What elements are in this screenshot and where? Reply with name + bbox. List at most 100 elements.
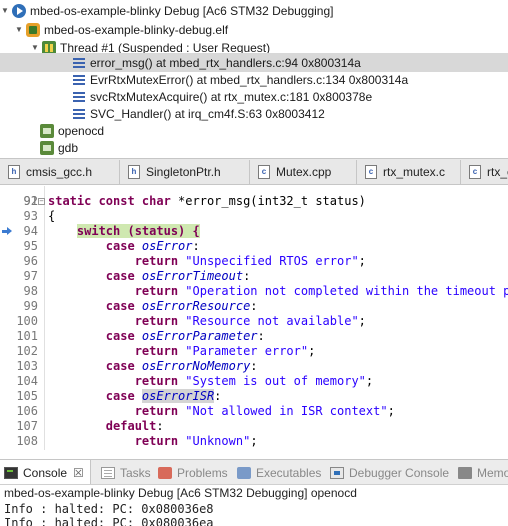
line-number: 92	[23, 194, 38, 208]
line-number: 96	[23, 254, 38, 268]
code-token: :	[250, 299, 258, 313]
line-number: 105	[16, 389, 38, 403]
thread-expand-toggle[interactable]: ▼	[30, 43, 40, 53]
code-line: 98 return "Operation not completed withi…	[0, 284, 508, 299]
code-text: static const char *error_msg(int32_t sta…	[48, 194, 366, 209]
tab-debugger-console[interactable]: Debugger Console	[330, 460, 450, 484]
code-token: "Unknown"	[185, 434, 251, 448]
stack-frame-label: error_msg() at mbed_rtx_handlers.c:94 0x…	[90, 55, 361, 70]
tab-rtx-co[interactable]: c rtx_co	[461, 160, 508, 184]
line-number: 104	[16, 374, 38, 388]
tasks-icon	[101, 466, 115, 479]
code-text: return "Operation not completed within t…	[48, 284, 508, 299]
code-line: 96 return "Unspecified RTOS error";	[0, 254, 508, 269]
tab-label: Debugger Console	[349, 465, 450, 480]
code-line: 94 switch (status) {	[0, 224, 508, 239]
stack-frame-label: EvrRtxMutexError() at mbed_rtx_handlers.…	[90, 72, 409, 87]
code-token: :	[192, 239, 200, 253]
code-line: 101 case osErrorParameter:	[0, 329, 508, 344]
process-icon	[40, 140, 54, 155]
line-number: 103	[16, 359, 38, 373]
code-text: case osErrorResource:	[48, 299, 258, 314]
elf-label: mbed-os-example-blinky-debug.elf	[44, 22, 229, 37]
code-text: case osErrorISR:	[48, 389, 221, 404]
code-token: :	[250, 359, 258, 373]
code-token: "Operation not completed within the time…	[185, 284, 508, 298]
stack-frame-label: svcRtxMutexAcquire() at rtx_mutex.c:181 …	[90, 89, 373, 104]
fold-toggle-icon[interactable]: −	[38, 198, 45, 205]
line-number: 101	[16, 329, 38, 343]
code-token: ;	[358, 314, 366, 328]
code-line: 99 case osErrorResource:	[0, 299, 508, 314]
tab-label: Executables	[256, 465, 322, 480]
code-text: case osError:	[48, 239, 200, 254]
tab-label: rtx_mutex.c	[383, 165, 446, 179]
code-token: case	[105, 359, 142, 373]
source-file-icon: c	[258, 165, 270, 179]
code-text: switch (status) {	[48, 224, 200, 239]
code-token: :	[243, 269, 251, 283]
tab-rtx-mutex-c[interactable]: c rtx_mutex.c	[357, 160, 461, 184]
code-text: return "Unspecified RTOS error";	[48, 254, 366, 269]
tab-tasks[interactable]: Tasks	[101, 460, 151, 484]
console-output-line: Info : halted: PC: 0x080036ea	[4, 516, 214, 526]
tab-singletonptr-h[interactable]: h SingletonPtr.h	[120, 160, 250, 184]
code-text: return "Not allowed in ISR context";	[48, 404, 395, 419]
code-line: 100 return "Resource not available";	[0, 314, 508, 329]
code-line: 103 case osErrorNoMemory:	[0, 359, 508, 374]
line-number: 93	[23, 209, 38, 223]
tab-label: Memo	[477, 465, 508, 480]
memory-icon	[458, 466, 472, 479]
code-token: "Parameter error"	[185, 344, 309, 358]
tree-launch-row[interactable]: ▼ mbed-os-example-blinky Debug [Ac6 STM3…	[0, 1, 508, 20]
tree-process-row[interactable]: openocd	[0, 121, 508, 140]
tree-process-row[interactable]: gdb	[0, 139, 508, 156]
code-token: {	[48, 209, 56, 223]
code-line: 108 return "Unknown";	[0, 434, 508, 449]
debug-view-tree: ▼ mbed-os-example-blinky Debug [Ac6 STM3…	[0, 0, 508, 156]
tab-label: cmsis_gcc.h	[26, 165, 93, 179]
elf-expand-toggle[interactable]: ▼	[14, 25, 24, 35]
close-icon[interactable]: ☒	[73, 466, 84, 480]
code-token: "System is out of memory"	[185, 374, 366, 388]
code-token: osErrorParameter	[141, 329, 258, 343]
code-token: case	[105, 239, 142, 253]
tree-elf-row[interactable]: ▼ mbed-os-example-blinky-debug.elf	[0, 20, 508, 39]
line-number: 97	[23, 269, 38, 283]
tab-console[interactable]: Console ☒	[0, 460, 91, 484]
tab-memory[interactable]: Memo	[458, 460, 508, 484]
code-text: case osErrorNoMemory:	[48, 359, 258, 374]
line-number: 108	[16, 434, 38, 448]
code-token: return	[134, 314, 186, 328]
code-token: "Unspecified RTOS error"	[185, 254, 359, 268]
tab-mutex-cpp[interactable]: c Mutex.cpp	[250, 160, 357, 184]
launch-label: mbed-os-example-blinky Debug [Ac6 STM32 …	[30, 3, 334, 18]
launch-expand-toggle[interactable]: ▼	[0, 6, 10, 16]
code-token: "Resource not available"	[185, 314, 359, 328]
code-token: *error_msg(int32_t status)	[178, 194, 366, 208]
line-number: 95	[23, 239, 38, 253]
code-line: 97 case osErrorTimeout:	[0, 269, 508, 284]
tab-executables[interactable]: Executables	[237, 460, 322, 484]
tab-cmsis-gcc-h[interactable]: h cmsis_gcc.h	[0, 160, 120, 184]
code-editor[interactable]: 91 −92 static const char *error_msg(int32…	[0, 186, 508, 450]
code-token: osErrorISR	[141, 389, 215, 403]
code-token: :	[257, 329, 265, 343]
code-line: −92 static const char *error_msg(int32_t …	[0, 194, 508, 209]
tab-problems[interactable]: Problems	[158, 460, 228, 484]
code-line: 95 case osError:	[0, 239, 508, 254]
code-token: osErrorTimeout	[141, 269, 244, 283]
code-token: osErrorNoMemory	[141, 359, 251, 373]
line-number: 100	[16, 314, 38, 328]
code-line: 105 case osErrorISR:	[0, 389, 508, 404]
line-number: 99	[23, 299, 38, 313]
code-token: ;	[308, 344, 316, 358]
executables-icon	[237, 466, 251, 479]
